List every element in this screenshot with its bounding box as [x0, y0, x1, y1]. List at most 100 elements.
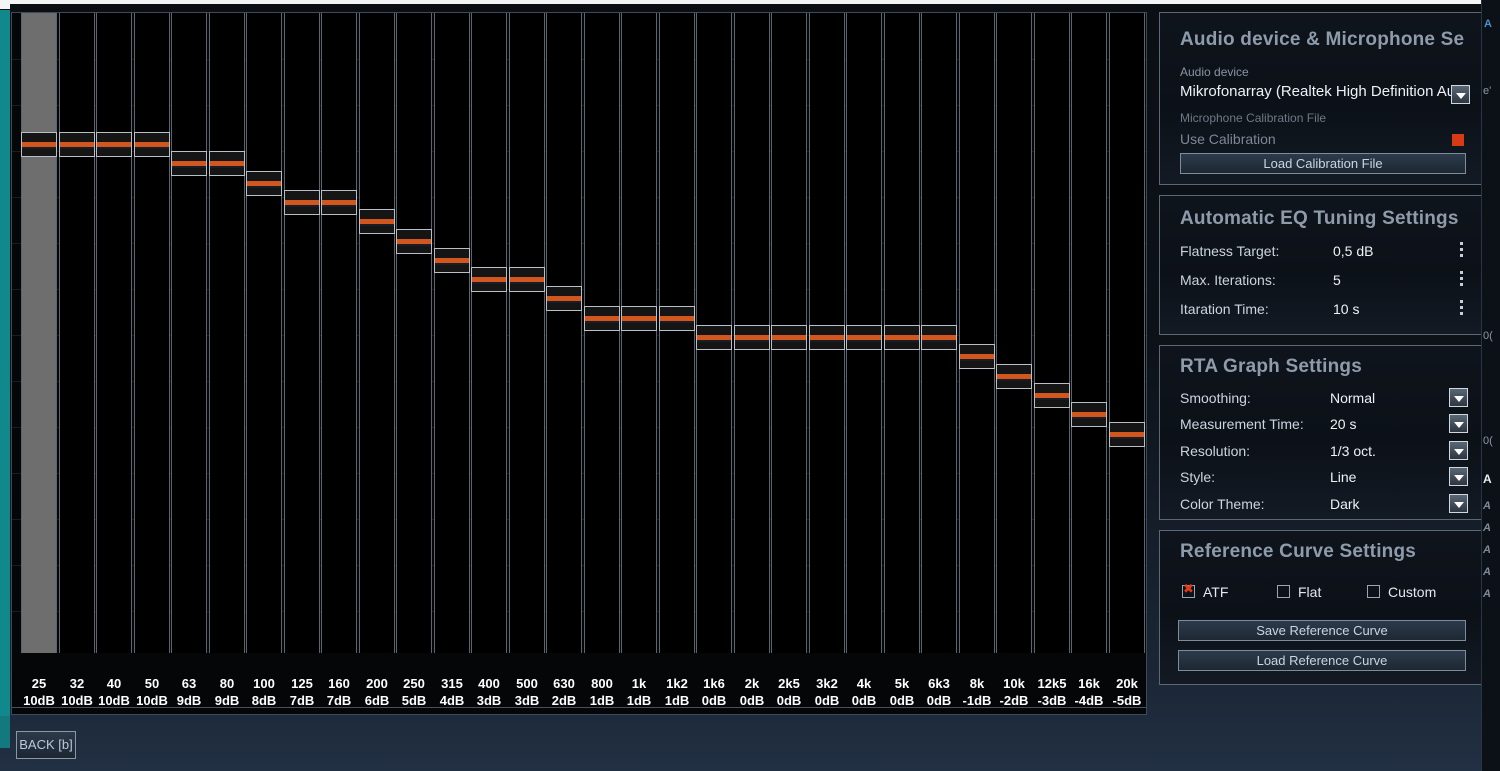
save-reference-curve-button[interactable]: Save Reference Curve: [1178, 620, 1466, 641]
resolution-dropdown-arrow-icon[interactable]: [1449, 441, 1468, 460]
eq-band-column[interactable]: [209, 13, 245, 653]
eq-band-slider-handle[interactable]: [996, 364, 1032, 389]
smoothing-dropdown-arrow-icon[interactable]: [1449, 388, 1468, 407]
eq-band-slider-handle[interactable]: [959, 344, 995, 369]
eq-band-column[interactable]: [134, 13, 170, 653]
measurement-time-label: Measurement Time:: [1180, 416, 1304, 432]
max-iterations-label: Max. Iterations:: [1180, 272, 1276, 288]
eq-tuning-card: Automatic EQ Tuning Settings Flatness Ta…: [1159, 195, 1485, 335]
eq-band-column[interactable]: [1071, 13, 1107, 653]
eq-band-slider-handle[interactable]: [359, 209, 395, 234]
eq-band-column[interactable]: [434, 13, 470, 653]
eq-band-column[interactable]: [1109, 13, 1145, 653]
color-theme-value: Dark: [1330, 496, 1360, 512]
eq-band-slider-handle[interactable]: [434, 248, 470, 273]
eq-band-column[interactable]: [396, 13, 432, 653]
eq-band-column[interactable]: [1034, 13, 1070, 653]
eq-band-column[interactable]: [621, 13, 657, 653]
eq-band-column[interactable]: [584, 13, 620, 653]
eq-band-column[interactable]: [321, 13, 357, 653]
frequency-axis-hz: 20k: [1116, 676, 1138, 691]
eq-band-slider-handle[interactable]: [659, 306, 695, 331]
color-theme-dropdown-arrow-icon[interactable]: [1449, 494, 1468, 513]
reference-checkbox-atf[interactable]: [1182, 583, 1195, 598]
audio-device-select[interactable]: Mikrofonarray (Realtek High Definition A…: [1180, 83, 1458, 105]
eq-band-slider-handle[interactable]: [321, 190, 357, 215]
eq-graph-panel[interactable]: 25 10dB 32 10dB 40 10dB 50 10dB 63 9dB 80 9dB 100 8dB…: [11, 12, 1147, 715]
eq-band-slider-handle[interactable]: [1071, 402, 1107, 427]
eq-band-slider-handle[interactable]: [471, 267, 507, 292]
eq-band-column[interactable]: [546, 13, 582, 653]
eq-band-slider-handle[interactable]: [59, 132, 95, 157]
eq-band-slider-handle[interactable]: [134, 132, 170, 157]
eq-band-column[interactable]: [471, 13, 507, 653]
reference-checkbox-flat[interactable]: [1277, 585, 1290, 598]
audio-device-dropdown-arrow-icon[interactable]: [1451, 85, 1470, 104]
use-calibration-status-indicator[interactable]: [1452, 134, 1464, 146]
eq-band-slider-handle[interactable]: [396, 229, 432, 254]
eq-band-column[interactable]: [284, 13, 320, 653]
eq-graph-plot-area[interactable]: [12, 13, 1146, 653]
eq-band-slider-shadow: [397, 244, 431, 246]
eq-band-slider-shadow: [247, 186, 281, 188]
eq-band-slider-shadow: [172, 166, 206, 168]
eq-band-column[interactable]: [509, 13, 545, 653]
eq-band-slider-handle[interactable]: [1109, 422, 1145, 447]
eq-band-slider-handle[interactable]: [171, 151, 207, 176]
window-title-bar-inner: [10, 4, 1490, 10]
max-iterations-stepper[interactable]: [1458, 270, 1466, 288]
eq-band-slider-shadow: [135, 147, 169, 149]
eq-band-slider-handle[interactable]: [246, 171, 282, 196]
eq-band-slider-handle[interactable]: [846, 325, 882, 350]
frequency-axis-db: -5dB: [1112, 693, 1142, 708]
frequency-axis-label: 20k -5dB: [1105, 675, 1149, 709]
style-value: Line: [1330, 469, 1357, 485]
background-text-fragment: A: [1483, 472, 1492, 486]
measurement-time-value: 20 s: [1330, 416, 1357, 432]
resolution-label: Resolution:: [1180, 443, 1251, 459]
background-window[interactable]: A e' 0( 0( A A A A A A: [1481, 0, 1500, 771]
eq-band-slider-handle[interactable]: [21, 132, 57, 157]
measurement-time-dropdown-arrow-icon[interactable]: [1449, 414, 1468, 433]
eq-band-slider-handle[interactable]: [96, 132, 132, 157]
eq-band-slider-handle[interactable]: [584, 306, 620, 331]
eq-band-slider-handle[interactable]: [209, 151, 245, 176]
load-reference-curve-button[interactable]: Load Reference Curve: [1178, 650, 1466, 671]
eq-band-slider-shadow: [622, 321, 656, 323]
eq-band-slider-handle[interactable]: [1034, 383, 1070, 408]
eq-band-slider-handle[interactable]: [734, 325, 770, 350]
flatness-target-stepper[interactable]: [1458, 241, 1466, 259]
iteration-time-stepper[interactable]: [1458, 299, 1466, 317]
eq-band-slider-handle[interactable]: [621, 306, 657, 331]
eq-band-column[interactable]: [96, 13, 132, 653]
eq-band-slider-shadow: [285, 205, 319, 207]
eq-band-column[interactable]: [246, 13, 282, 653]
eq-band-slider-handle[interactable]: [809, 325, 845, 350]
eq-band-slider-handle[interactable]: [509, 267, 545, 292]
eq-band-slider-handle[interactable]: [546, 286, 582, 311]
eq-band-slider-handle[interactable]: [921, 325, 957, 350]
eq-band-slider-shadow: [997, 379, 1031, 381]
back-button[interactable]: BACK [b]: [16, 731, 76, 759]
eq-band-slider-shadow: [960, 359, 994, 361]
eq-band-slider-handle[interactable]: [696, 325, 732, 350]
eq-band-column[interactable]: [996, 13, 1032, 653]
eq-band-column[interactable]: [171, 13, 207, 653]
settings-sidebar: Audio device & Microphone Se Audio devic…: [1155, 12, 1485, 715]
eq-band-column[interactable]: [359, 13, 395, 653]
eq-band-slider-handle[interactable]: [771, 325, 807, 350]
eq-tuning-card-title: Automatic EQ Tuning Settings: [1180, 208, 1459, 229]
eq-band-slider-handle[interactable]: [884, 325, 920, 350]
eq-band-slider-shadow: [97, 147, 131, 149]
style-dropdown-arrow-icon[interactable]: [1449, 467, 1468, 486]
background-text-fragment: A: [1483, 566, 1491, 578]
eq-band-column[interactable]: [959, 13, 995, 653]
eq-band-column[interactable]: [59, 13, 95, 653]
load-calibration-file-button[interactable]: Load Calibration File: [1180, 153, 1466, 174]
eq-band-column[interactable]: [659, 13, 695, 653]
eq-band-slider-handle[interactable]: [284, 190, 320, 215]
eq-band-column[interactable]: [21, 13, 57, 653]
color-theme-label: Color Theme:: [1180, 496, 1265, 512]
frequency-axis: 25 10dB 32 10dB 40 10dB 50 10dB 63 9dB 80 9dB 100 8dB…: [12, 661, 1146, 713]
reference-checkbox-custom[interactable]: [1367, 585, 1380, 598]
